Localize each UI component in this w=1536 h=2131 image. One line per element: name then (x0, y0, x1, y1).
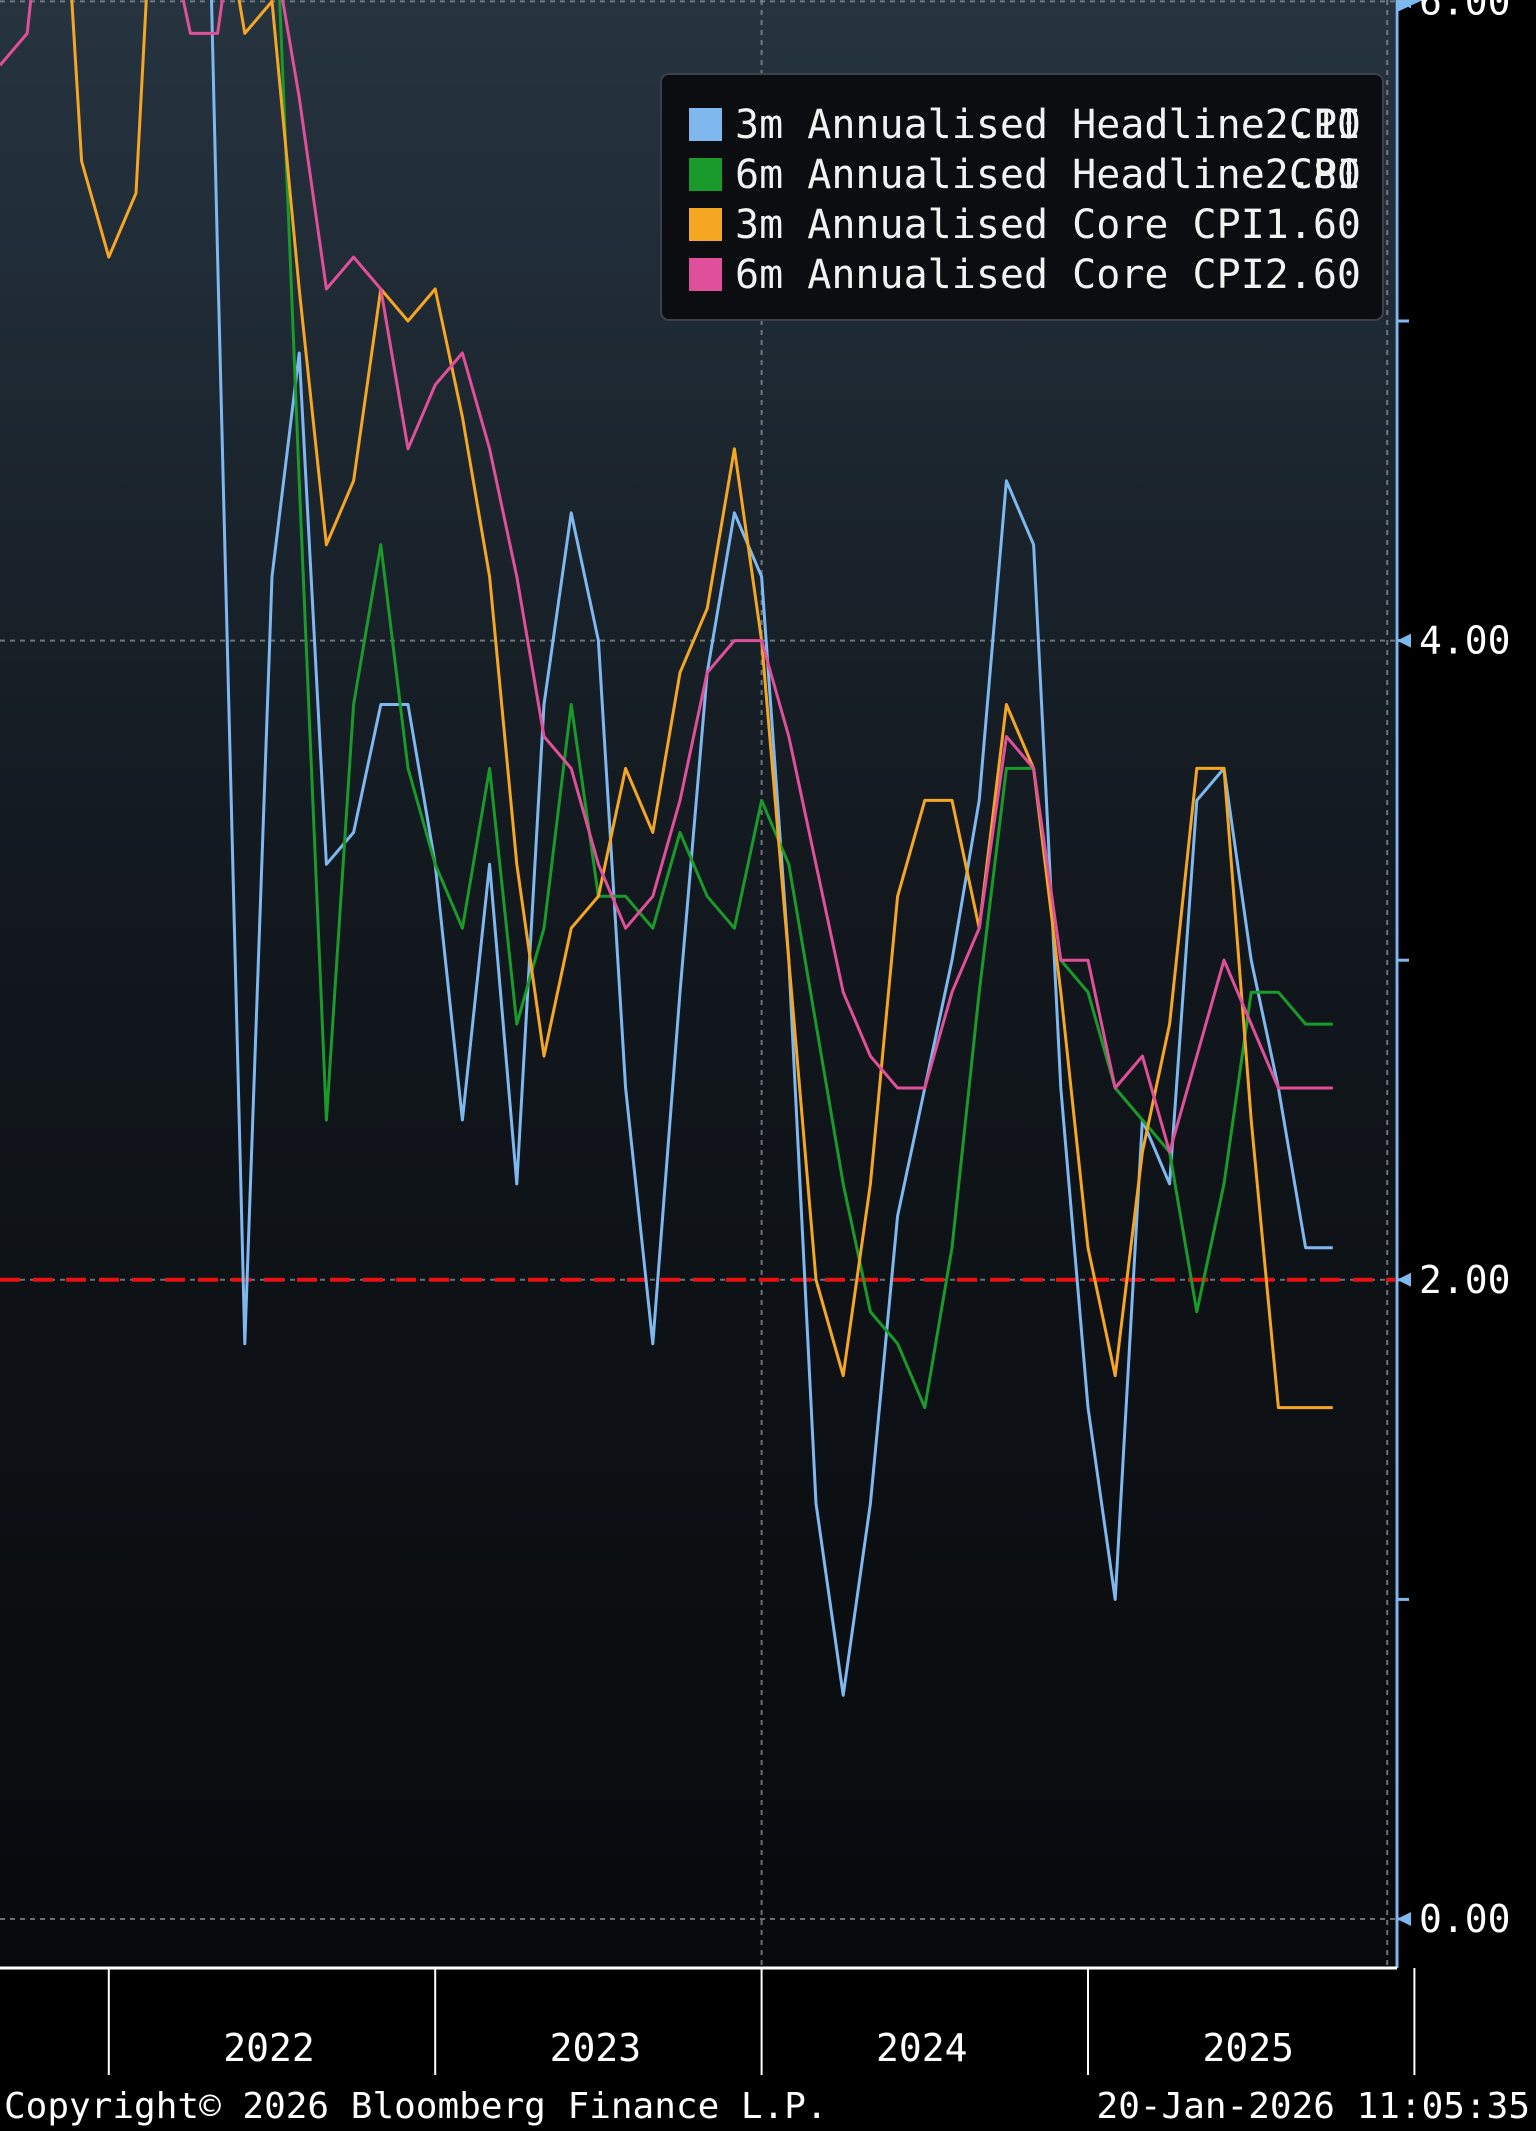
y-tick-label-0: 0.00 (1419, 1897, 1511, 1941)
y-tick-label-1: 2.00 (1419, 1258, 1511, 1302)
x-tick-label-2023: 2023 (550, 2026, 642, 2070)
legend-value-1: 2.80 (1265, 152, 1361, 198)
footer-copyright: Copyright© 2026 Bloomberg Finance L.P. (4, 2086, 828, 2127)
y-tick-label-2: 4.00 (1419, 619, 1511, 663)
legend-swatch-1 (689, 158, 722, 191)
y-tick-pointer-1 (1397, 1272, 1411, 1287)
x-tick-label-2025: 2025 (1202, 2026, 1294, 2070)
legend-swatch-0 (689, 108, 722, 141)
legend-swatch-3 (689, 258, 722, 291)
cpi-line-chart: 0.002.004.006.008.0010.00202220232024202… (0, 0, 1530, 2127)
y-tick-pointer-2 (1397, 633, 1411, 648)
y-tick-label-3: 6.00 (1419, 0, 1511, 23)
chart-root: 0.002.004.006.008.0010.00202220232024202… (0, 0, 1536, 2131)
legend-label-2: 3m Annualised Core CPI (735, 202, 1265, 248)
x-tick-label-2022: 2022 (223, 2026, 315, 2070)
legend-label-3: 6m Annualised Core CPI (735, 252, 1265, 298)
y-tick-pointer-0 (1397, 1912, 1411, 1926)
footer-timestamp: 20-Jan-2026 11:05:35 (1097, 2086, 1530, 2127)
legend-value-3: 2.60 (1265, 252, 1361, 298)
legend-value-2: 1.60 (1265, 202, 1361, 248)
legend-swatch-2 (689, 208, 722, 241)
legend: 3m Annualised Headline CPI2.106m Annuali… (660, 73, 1384, 321)
x-tick-label-2024: 2024 (876, 2026, 968, 2070)
legend-value-0: 2.10 (1265, 102, 1361, 148)
